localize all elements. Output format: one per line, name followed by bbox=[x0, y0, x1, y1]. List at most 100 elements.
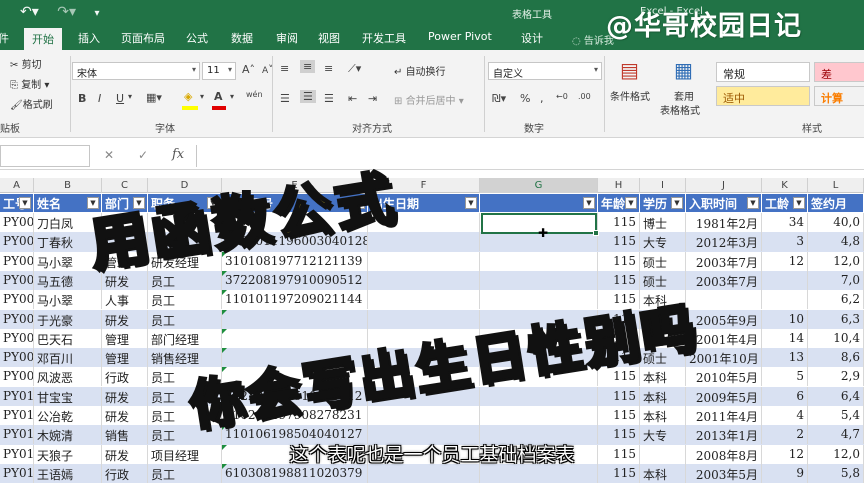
cell-name[interactable]: 公冶乾 bbox=[34, 406, 102, 425]
filter-icon[interactable]: ▼ bbox=[671, 197, 683, 209]
fill-handle[interactable] bbox=[593, 230, 599, 236]
align-left-icon[interactable]: ☰ bbox=[280, 92, 290, 105]
cell-age[interactable]: 115 bbox=[598, 270, 640, 290]
table-format-icon[interactable]: ▦ bbox=[674, 58, 693, 82]
cell-seniority[interactable]: 34 bbox=[762, 213, 808, 232]
border-icon[interactable]: ▦▾ bbox=[146, 91, 162, 104]
fill-color-icon[interactable]: ◈ bbox=[184, 90, 192, 103]
cell-position[interactable]: 员工 bbox=[148, 309, 222, 329]
cell-name[interactable]: 邓百川 bbox=[34, 348, 102, 368]
format-painter-button[interactable]: 🖌格式刷 bbox=[10, 96, 53, 111]
column-header-j[interactable]: J bbox=[686, 178, 762, 193]
cell-age[interactable]: 115 bbox=[598, 386, 640, 406]
cell-education[interactable]: 硕士 bbox=[640, 251, 686, 271]
cell-hire-date[interactable]: 2005年9月 bbox=[686, 309, 762, 329]
cell-id-number[interactable]: 372208197910090512 bbox=[222, 270, 368, 290]
cell-education[interactable]: 本科 bbox=[640, 367, 686, 387]
table-format-label-2[interactable]: 表格格式 bbox=[660, 102, 700, 117]
header-g-blank[interactable]: ▼ bbox=[480, 194, 598, 212]
font-name-select[interactable]: 宋体 ▾ bbox=[72, 62, 200, 80]
align-top-icon[interactable]: ≡ bbox=[280, 62, 289, 75]
cell-hire-date[interactable]: 2003年7月 bbox=[686, 270, 762, 290]
cell-id-number[interactable] bbox=[222, 309, 368, 329]
redo-icon[interactable]: ↷▾ bbox=[57, 4, 76, 20]
customize-icon[interactable]: ▾ bbox=[94, 8, 99, 19]
cell-g[interactable] bbox=[480, 270, 598, 290]
cell-employee-id[interactable]: PY009 bbox=[0, 367, 34, 387]
cell-hire-date[interactable] bbox=[686, 290, 762, 310]
cell-employee-id[interactable]: PY001 bbox=[0, 213, 34, 232]
cell-contract-salary[interactable]: 12,0 bbox=[808, 251, 864, 271]
style-calculation[interactable]: 计算 bbox=[814, 86, 864, 106]
italic-button[interactable]: I bbox=[98, 92, 101, 105]
cell-contract-salary[interactable]: 6,3 bbox=[808, 309, 864, 329]
cell-contract-salary[interactable]: 8,6 bbox=[808, 348, 864, 368]
undo-icon[interactable]: ↶▾ bbox=[20, 4, 39, 20]
cell-contract-salary[interactable]: 7,0 bbox=[808, 270, 864, 290]
orientation-icon[interactable]: ⟋▾ bbox=[348, 62, 361, 76]
header-hire-date[interactable]: 入职时间 ▼ bbox=[686, 194, 762, 212]
chevron-down-icon[interactable]: ▾ bbox=[200, 92, 204, 101]
filter-icon[interactable]: ▼ bbox=[465, 197, 477, 209]
filter-icon[interactable]: ▼ bbox=[583, 197, 595, 209]
cell-education[interactable]: 博士 bbox=[640, 213, 686, 232]
tab-file[interactable]: 件 bbox=[0, 30, 9, 46]
cell-hire-date[interactable]: 2012年3月 bbox=[686, 232, 762, 252]
column-header-l[interactable]: L bbox=[808, 178, 864, 193]
cell-department[interactable]: 研发 bbox=[102, 406, 148, 425]
cell-hire-date[interactable]: 2009年5月 bbox=[686, 386, 762, 406]
cell-g[interactable] bbox=[480, 251, 598, 271]
cell-department[interactable]: 人事 bbox=[102, 290, 148, 310]
filter-icon[interactable]: ▼ bbox=[747, 197, 759, 209]
cell-birth-date[interactable] bbox=[368, 270, 480, 290]
cancel-icon[interactable]: ✕ bbox=[104, 148, 114, 162]
style-normal[interactable]: 常规 bbox=[716, 62, 810, 82]
underline-button[interactable]: U bbox=[116, 92, 124, 105]
cell-name[interactable]: 甘宝宝 bbox=[34, 386, 102, 406]
cell-birth-date[interactable] bbox=[368, 290, 480, 310]
increase-indent-icon[interactable]: ⇥ bbox=[368, 92, 377, 105]
align-middle-icon[interactable]: ≡ bbox=[300, 60, 316, 73]
cell-hire-date[interactable]: 2003年7月 bbox=[686, 251, 762, 271]
align-center-icon[interactable]: ☰ bbox=[300, 90, 316, 103]
comma-style-icon[interactable]: , bbox=[540, 92, 544, 105]
cell-seniority[interactable]: 6 bbox=[762, 386, 808, 406]
cell-contract-salary[interactable]: 10,4 bbox=[808, 328, 864, 348]
tab-design[interactable]: 设计 bbox=[521, 30, 543, 46]
cell-seniority[interactable]: 12 bbox=[762, 251, 808, 271]
cell-seniority[interactable]: 13 bbox=[762, 348, 808, 368]
cell-department[interactable]: 管理 bbox=[102, 328, 148, 348]
accounting-format-icon[interactable]: ₪▾ bbox=[492, 92, 506, 105]
cell-employee-id[interactable]: PY008 bbox=[0, 348, 34, 368]
increase-decimal-icon[interactable]: ←0 bbox=[556, 92, 568, 101]
cell-employee-id[interactable]: PY006 bbox=[0, 309, 34, 329]
cell-education[interactable]: 本科 bbox=[640, 386, 686, 406]
cell-age[interactable]: 115 bbox=[598, 213, 640, 232]
filter-icon[interactable]: ▼ bbox=[625, 197, 637, 209]
header-contract-salary[interactable]: 签约月 bbox=[808, 194, 864, 212]
grow-font-icon[interactable]: A˄ bbox=[242, 63, 255, 76]
header-education[interactable]: 学历 ▼ bbox=[640, 194, 686, 212]
cell-id-number[interactable]: 110101197209021144 bbox=[222, 290, 368, 310]
header-employee-id[interactable]: 工号 ▼ bbox=[0, 194, 34, 212]
chevron-down-icon[interactable]: ▾ bbox=[128, 92, 132, 101]
cell-seniority[interactable]: 10 bbox=[762, 309, 808, 329]
tab-power-pivot[interactable]: Power Pivot bbox=[428, 30, 492, 43]
cell-age[interactable]: 115 bbox=[598, 232, 640, 252]
cell-department[interactable]: 研发 bbox=[102, 309, 148, 329]
merge-center-button[interactable]: ⊞ 合并后居中 ▾ bbox=[394, 92, 464, 107]
column-header-k[interactable]: K bbox=[762, 178, 808, 193]
cell-seniority[interactable]: 5 bbox=[762, 367, 808, 387]
cell-position[interactable]: 员工 bbox=[148, 270, 222, 290]
header-age[interactable]: 年龄 ▼ bbox=[598, 194, 640, 212]
name-box[interactable] bbox=[0, 145, 90, 167]
tab-page-layout[interactable]: 页面布局 bbox=[121, 30, 165, 46]
column-header-h[interactable]: H bbox=[598, 178, 640, 193]
insert-function-icon[interactable]: fx bbox=[172, 147, 184, 162]
conditional-format-button[interactable]: 条件格式 bbox=[610, 88, 650, 103]
conditional-format-icon[interactable]: ▤ bbox=[620, 58, 639, 82]
cell-name[interactable]: 于光豪 bbox=[34, 309, 102, 329]
decrease-indent-icon[interactable]: ⇤ bbox=[348, 92, 357, 105]
tab-formulas[interactable]: 公式 bbox=[186, 30, 208, 46]
wrap-text-button[interactable]: ↵ 自动换行 bbox=[394, 63, 446, 78]
